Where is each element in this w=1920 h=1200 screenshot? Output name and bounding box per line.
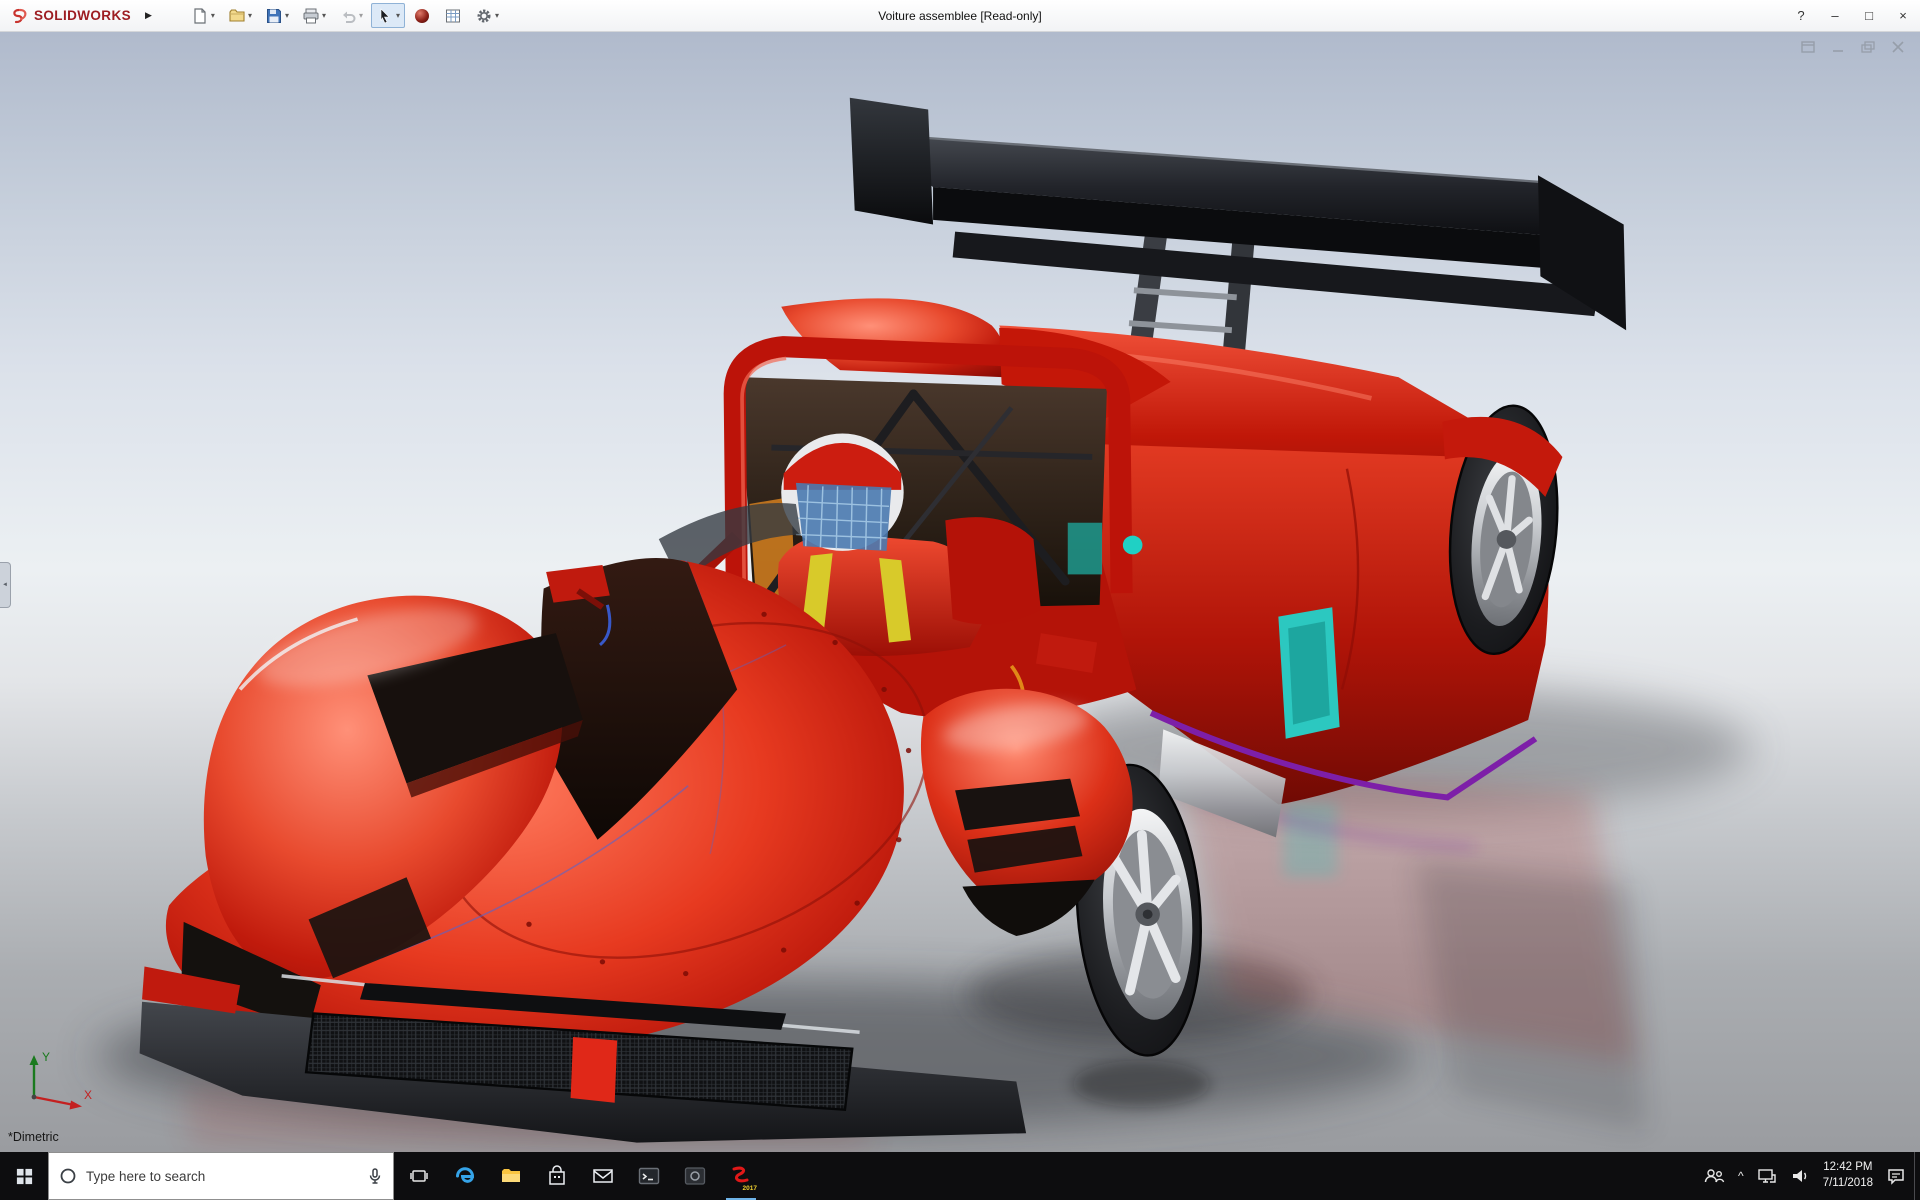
- help-button[interactable]: ?: [1784, 0, 1818, 32]
- new-document-icon: [194, 7, 206, 24]
- solidworks-logo: SOLIDWORKS: [0, 7, 137, 25]
- featuremanager-flyout-handle[interactable]: ◄: [0, 562, 11, 608]
- triad-x-label: X: [84, 1088, 92, 1102]
- people-button[interactable]: [1703, 1167, 1725, 1185]
- document-window-controls: [1800, 40, 1906, 54]
- options-button[interactable]: ▾: [470, 3, 504, 28]
- window-controls: ? – □ ×: [1784, 0, 1920, 31]
- select-cursor-icon: [380, 7, 390, 23]
- new-document-button[interactable]: ▾: [186, 3, 220, 28]
- system-tray: ^ 12:42 PM 7/11/2018: [1693, 1152, 1914, 1200]
- doc-window-close-button[interactable]: [1890, 40, 1906, 54]
- gear-icon: [477, 9, 491, 22]
- start-button[interactable]: [0, 1152, 48, 1200]
- cortana-circle-icon: [60, 1168, 76, 1184]
- 3d-model-race-car[interactable]: [0, 32, 1920, 1152]
- clock-date: 7/11/2018: [1822, 1177, 1873, 1189]
- print-icon: [303, 8, 319, 23]
- options-dropdown[interactable]: ▾: [495, 11, 499, 20]
- reference-triad: Y X: [16, 1047, 100, 1118]
- people-icon: [1704, 1169, 1725, 1183]
- print-dropdown[interactable]: ▾: [322, 11, 326, 20]
- flyout-handle-arrow-icon: ◄: [2, 582, 8, 588]
- close-button[interactable]: ×: [1886, 0, 1920, 32]
- task-view-button[interactable]: [396, 1152, 442, 1200]
- file-explorer-icon: [502, 1169, 520, 1182]
- mail-envelope-icon: [593, 1169, 613, 1183]
- apply-scene-button[interactable]: [408, 3, 436, 28]
- volume-button[interactable]: [1790, 1167, 1810, 1185]
- edge-icon: [456, 1167, 474, 1183]
- print-button[interactable]: ▾: [297, 3, 331, 28]
- save-floppy-icon: [266, 8, 281, 23]
- network-icon: [1757, 1169, 1776, 1183]
- task-view-icon: [410, 1170, 428, 1182]
- quick-access-toolbar: ▾ ▾ ▾ ▾ ▾ ▾ ▾: [186, 3, 504, 28]
- taskbar-clock[interactable]: 12:42 PM 7/11/2018: [1823, 1160, 1873, 1191]
- store-bag-icon: [549, 1165, 565, 1185]
- open-folder-icon: [229, 8, 245, 22]
- action-center-icon: [1888, 1169, 1904, 1185]
- save-button[interactable]: ▾: [260, 3, 294, 28]
- doc-window-restore-button[interactable]: [1860, 40, 1876, 54]
- mail-button[interactable]: [580, 1152, 626, 1200]
- windows-logo-icon: [16, 1168, 32, 1184]
- view-orientation-label: *Dimetric: [8, 1130, 59, 1144]
- edge-button[interactable]: [442, 1152, 488, 1200]
- design-table-button[interactable]: [439, 3, 467, 28]
- microphone-icon[interactable]: [367, 1167, 383, 1185]
- console-icon: [638, 1167, 660, 1185]
- open-button[interactable]: ▾: [223, 3, 257, 28]
- speaker-icon: [1792, 1170, 1806, 1182]
- network-button[interactable]: [1757, 1167, 1777, 1185]
- logo-text: SOLIDWORKS: [34, 8, 131, 23]
- design-table-icon: [446, 9, 461, 22]
- clock-time: 12:42 PM: [1823, 1161, 1873, 1174]
- windows-taskbar: Type here to search 2017 ^ 12:42 PM 7/11…: [0, 1152, 1920, 1200]
- graphics-area[interactable]: ◄ Y X *Dimetric: [0, 32, 1920, 1152]
- new-document-dropdown[interactable]: ▾: [211, 11, 215, 20]
- maximize-button[interactable]: □: [1852, 0, 1886, 32]
- search-placeholder-text: Type here to search: [86, 1168, 206, 1184]
- taskbar-app-icons: 2017: [396, 1152, 764, 1200]
- taskbar-search-input[interactable]: Type here to search: [48, 1152, 394, 1200]
- doc-window-dock-button[interactable]: [1800, 40, 1816, 54]
- select-dropdown[interactable]: ▾: [396, 11, 400, 20]
- solidworks-version-badge: 2017: [742, 1185, 757, 1192]
- doc-window-minimize-button[interactable]: [1830, 40, 1846, 54]
- undo-button[interactable]: ▾: [334, 3, 368, 28]
- document-title: Voiture assemblee [Read-only]: [878, 8, 1042, 23]
- triad-y-label: Y: [42, 1050, 50, 1064]
- apply-scene-sphere-icon: [415, 8, 430, 23]
- menu-flyout-arrow[interactable]: ▶: [137, 10, 160, 21]
- select-button[interactable]: ▾: [371, 3, 406, 28]
- solidworks-taskbar-button[interactable]: 2017: [718, 1152, 764, 1200]
- undo-dropdown[interactable]: ▾: [359, 11, 363, 20]
- minimize-button[interactable]: –: [1818, 0, 1852, 32]
- open-dropdown[interactable]: ▾: [248, 11, 252, 20]
- dark-app-button[interactable]: [672, 1152, 718, 1200]
- hidden-icons-button[interactable]: ^: [1738, 1169, 1744, 1183]
- store-button[interactable]: [534, 1152, 580, 1200]
- undo-icon: [342, 11, 356, 23]
- file-explorer-button[interactable]: [488, 1152, 534, 1200]
- dassault-swirl-icon: [13, 8, 27, 23]
- show-desktop-button[interactable]: [1914, 1152, 1920, 1200]
- action-center-button[interactable]: [1886, 1167, 1906, 1185]
- title-bar: SOLIDWORKS ▶ ▾ ▾ ▾ ▾ ▾ ▾ ▾ Voiture assem…: [0, 0, 1920, 32]
- dark-app-icon: [684, 1167, 706, 1185]
- console-button[interactable]: [626, 1152, 672, 1200]
- save-dropdown[interactable]: ▾: [285, 11, 289, 20]
